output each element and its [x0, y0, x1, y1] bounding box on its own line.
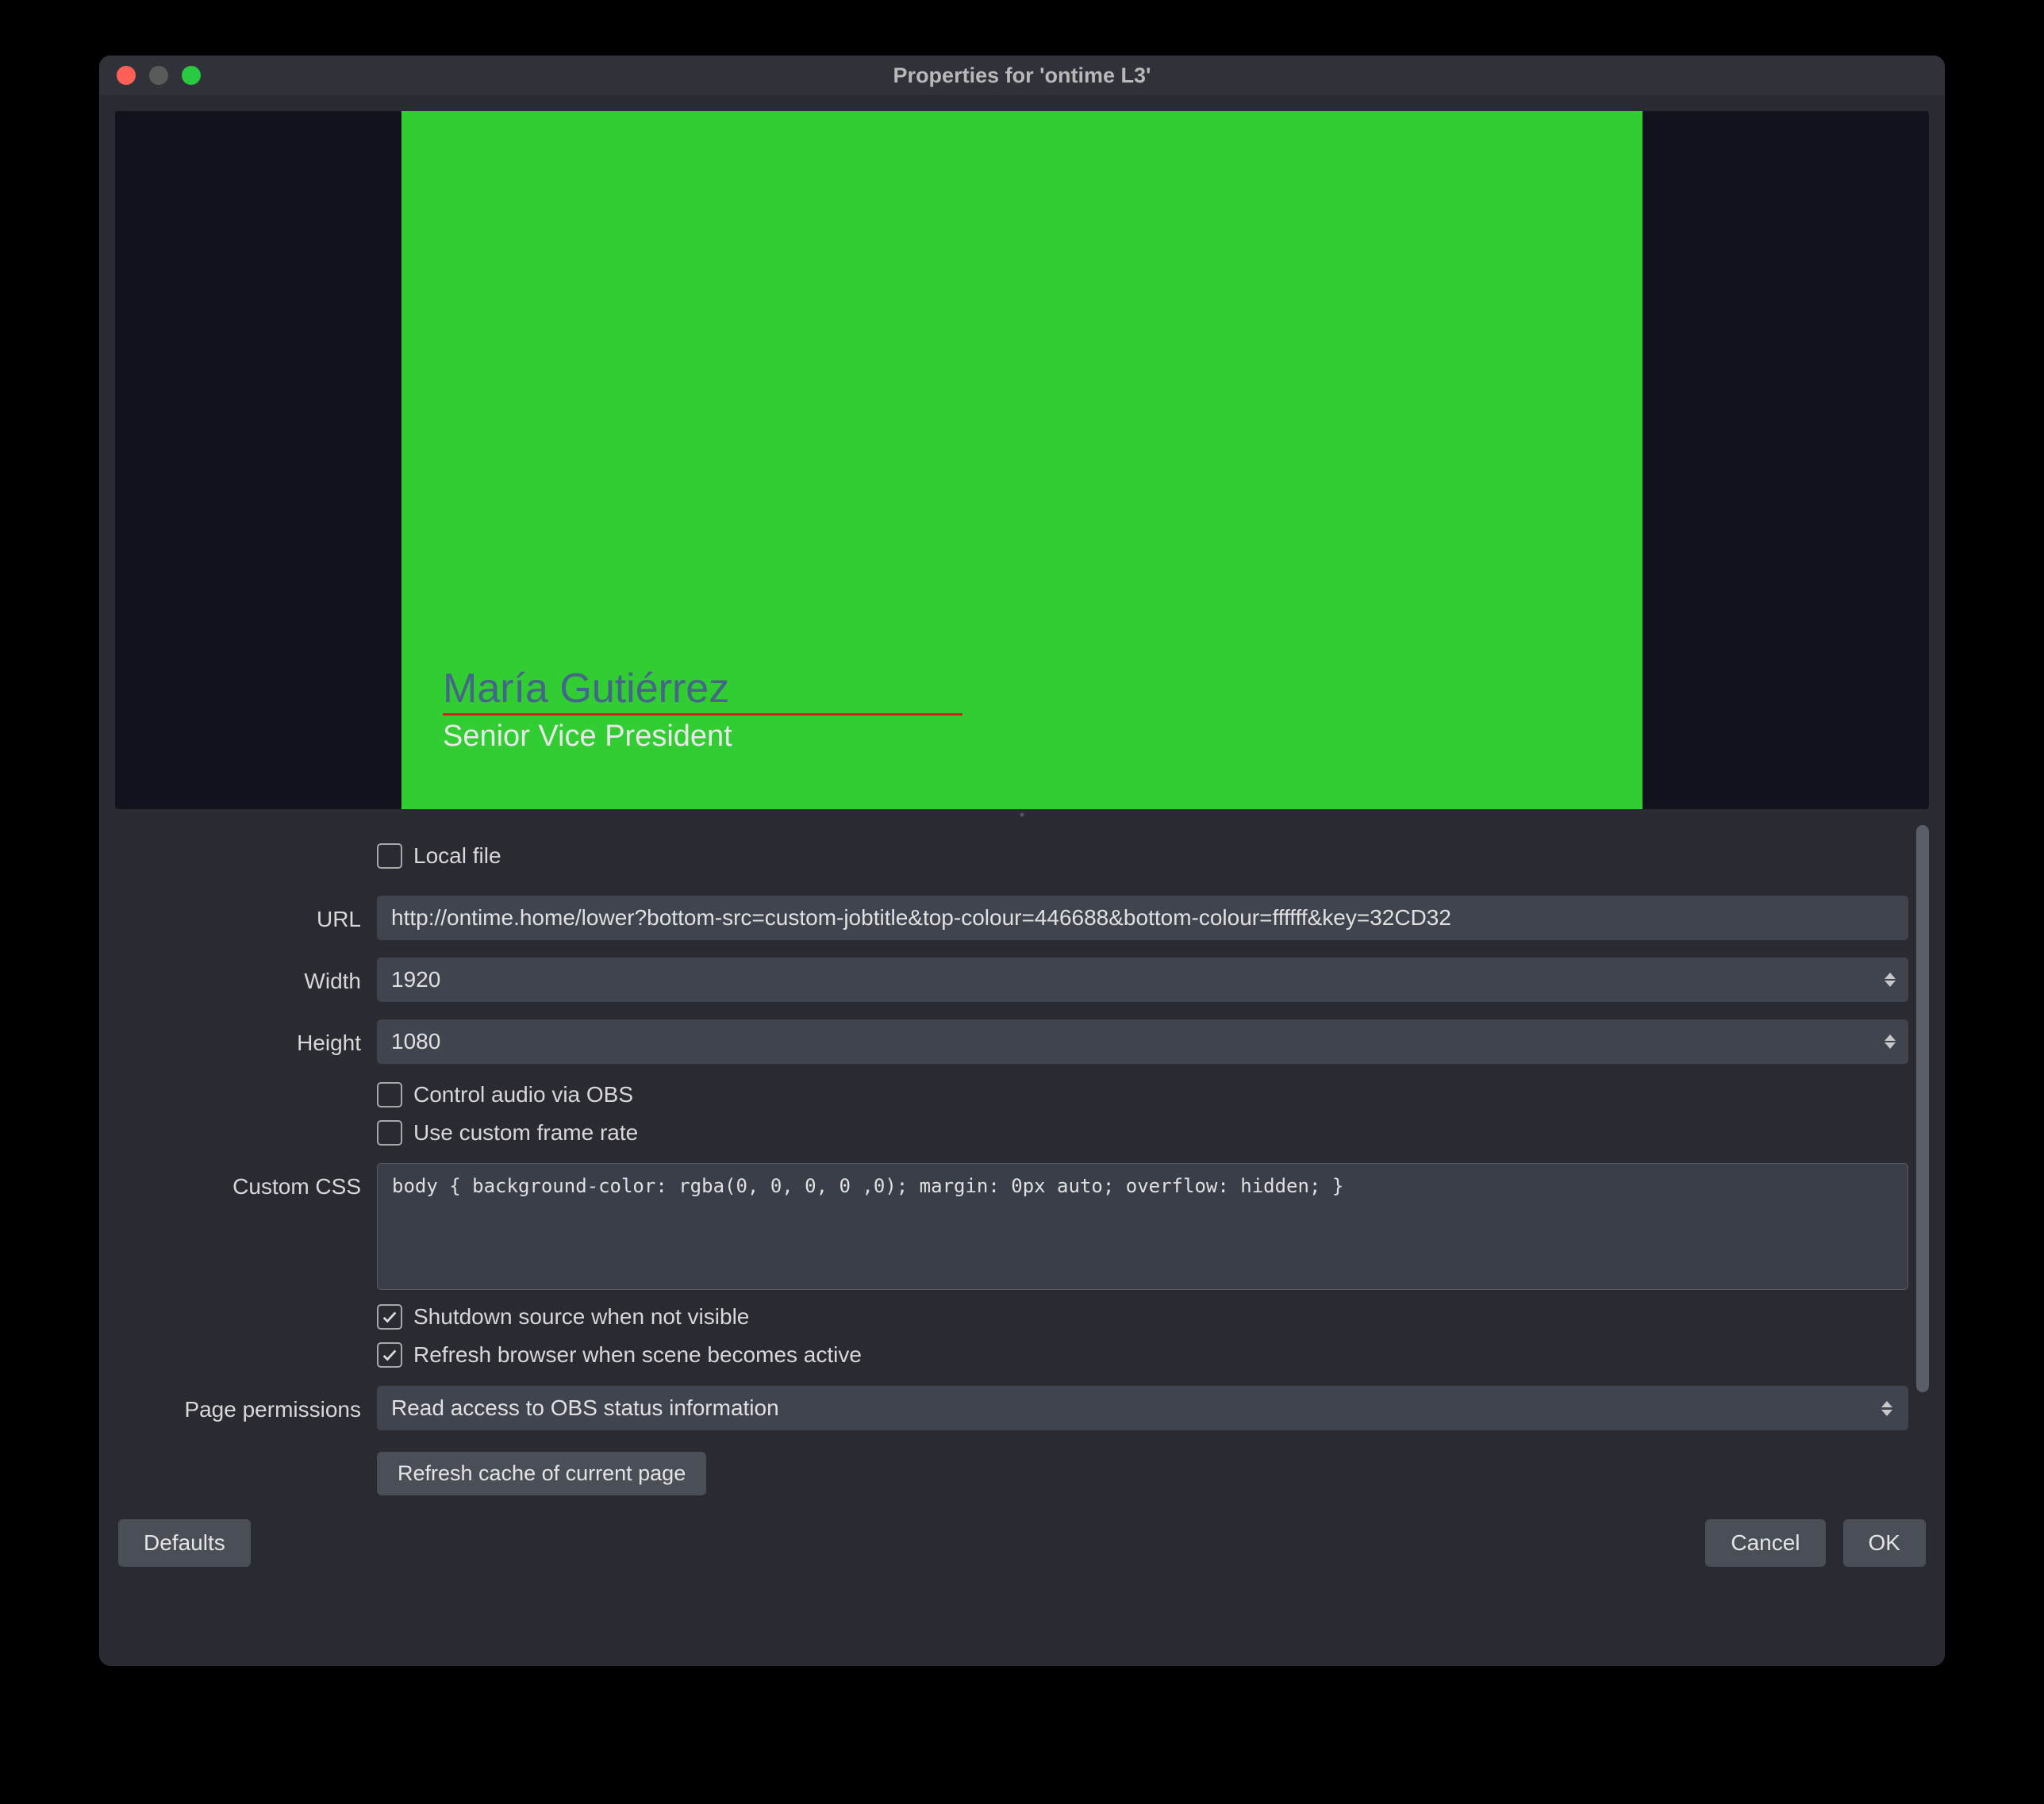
lower-third-title: María Gutiérrez: [443, 666, 962, 712]
row-custom-css: Custom CSS: [115, 1155, 1908, 1295]
row-control-audio: Control audio via OBS Use custom frame r…: [115, 1073, 1908, 1155]
refresh-cache-button[interactable]: Refresh cache of current page: [377, 1452, 706, 1495]
close-icon[interactable]: [117, 66, 136, 85]
lower-third-subtitle: Senior Vice President: [443, 720, 962, 754]
form-scroll: Local file URL Width: [115, 820, 1929, 1505]
splitter-grip-icon[interactable]: •: [115, 809, 1929, 820]
width-input[interactable]: [377, 958, 1908, 1002]
footer: Defaults Cancel OK: [115, 1505, 1929, 1570]
chevron-up-icon: [1885, 973, 1896, 979]
form-scrollbar[interactable]: [1916, 825, 1929, 1500]
minimize-icon[interactable]: [149, 66, 168, 85]
zoom-icon[interactable]: [182, 66, 201, 85]
custom-css-input[interactable]: [377, 1163, 1908, 1290]
height-input[interactable]: [377, 1019, 1908, 1064]
chevron-down-icon: [1885, 981, 1896, 987]
control-audio-checkbox[interactable]: Control audio via OBS: [377, 1077, 633, 1112]
preview-canvas: María Gutiérrez Senior Vice President: [402, 111, 1642, 809]
row-shutdown-refresh: Shutdown source when not visible Refresh…: [115, 1295, 1908, 1377]
cancel-button[interactable]: Cancel: [1705, 1519, 1825, 1567]
traffic-lights: [99, 66, 201, 85]
shutdown-checkbox[interactable]: Shutdown source when not visible: [377, 1299, 749, 1334]
height-stepper[interactable]: [1878, 1023, 1902, 1061]
checkbox-icon: [377, 843, 402, 869]
ok-button[interactable]: OK: [1843, 1519, 1926, 1567]
page-perms-select[interactable]: Read access to OBS status information: [377, 1386, 1908, 1430]
scrollbar-thumb[interactable]: [1916, 825, 1929, 1392]
shutdown-label: Shutdown source when not visible: [413, 1304, 749, 1330]
page-perms-value: Read access to OBS status information: [391, 1395, 779, 1420]
row-page-perms: Page permissions Read access to OBS stat…: [115, 1377, 1908, 1439]
chevron-down-icon: [1885, 1042, 1896, 1049]
defaults-button[interactable]: Defaults: [118, 1519, 251, 1567]
custom-css-label: Custom CSS: [115, 1163, 377, 1199]
row-width: Width: [115, 949, 1908, 1011]
url-input[interactable]: [377, 896, 1908, 940]
select-caret-icon: [1877, 1386, 1897, 1430]
form-area: Local file URL Width: [115, 825, 1913, 1500]
refresh-label: Refresh browser when scene becomes activ…: [413, 1342, 862, 1368]
custom-fps-checkbox[interactable]: Use custom frame rate: [377, 1115, 638, 1150]
lower-third-rule: [443, 713, 962, 716]
checkbox-icon: [377, 1082, 402, 1107]
local-file-checkbox[interactable]: Local file: [377, 839, 501, 873]
checkbox-icon: [377, 1304, 402, 1330]
width-stepper[interactable]: [1878, 961, 1902, 999]
row-url: URL: [115, 887, 1908, 949]
titlebar: Properties for 'ontime L3': [99, 56, 1945, 95]
page-perms-label: Page permissions: [115, 1394, 377, 1422]
row-height: Height: [115, 1011, 1908, 1073]
chevron-up-icon: [1885, 1034, 1896, 1041]
local-file-label: Local file: [413, 843, 501, 869]
url-label: URL: [115, 904, 377, 932]
lower-third: María Gutiérrez Senior Vice President: [443, 666, 962, 754]
width-label: Width: [115, 965, 377, 994]
height-label: Height: [115, 1027, 377, 1056]
row-local-file: Local file: [115, 825, 1908, 887]
window-title: Properties for 'ontime L3': [99, 63, 1945, 88]
refresh-checkbox[interactable]: Refresh browser when scene becomes activ…: [377, 1338, 862, 1372]
row-refresh-cache: Refresh cache of current page: [115, 1439, 1908, 1500]
control-audio-label: Control audio via OBS: [413, 1082, 633, 1107]
custom-fps-label: Use custom frame rate: [413, 1120, 638, 1146]
checkbox-icon: [377, 1342, 402, 1368]
properties-window: Properties for 'ontime L3' María Gutiérr…: [99, 56, 1945, 1666]
preview-pane: María Gutiérrez Senior Vice President: [115, 111, 1929, 809]
checkbox-icon: [377, 1120, 402, 1146]
window-body: María Gutiérrez Senior Vice President • …: [99, 95, 1945, 1666]
